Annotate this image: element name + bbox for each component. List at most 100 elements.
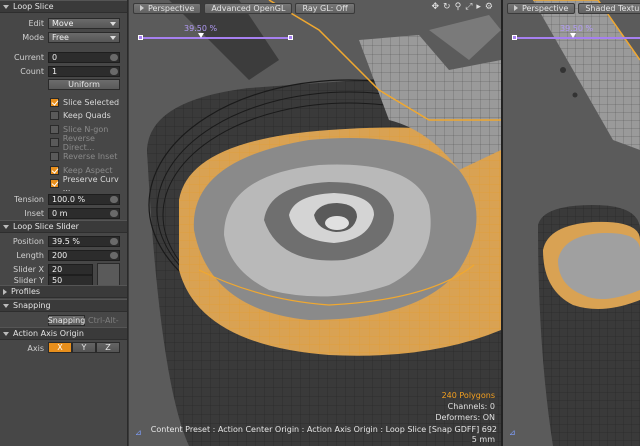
inset-input[interactable]: 0 m (48, 207, 120, 219)
current-input[interactable]: 0 (48, 51, 120, 63)
collapse-triangle-icon (3, 224, 9, 229)
loop-slice-slider-header[interactable]: Loop Slice Slider (0, 220, 127, 233)
collapse-triangle-icon (3, 331, 9, 336)
side-view-type-button[interactable]: Perspective (507, 2, 576, 14)
axis-button-y[interactable]: Y (72, 342, 96, 353)
mode-dropdown[interactable]: Free (48, 31, 120, 43)
snapping-button[interactable]: Snapping (48, 314, 85, 326)
checkbox[interactable] (50, 97, 59, 107)
checkbox-label: Reverse Direct... (62, 133, 95, 152)
profiles-header[interactable]: Profiles (0, 285, 127, 298)
loop-slice-slider-track[interactable] (141, 37, 291, 39)
fit-icon[interactable]: ▸ (476, 3, 481, 12)
action-axis-header[interactable]: Action Axis Origin (0, 327, 127, 340)
slider-x-input[interactable]: 20 (48, 263, 93, 275)
axis-button-z[interactable]: Z (96, 342, 120, 353)
checkbox-label: Reverse Inset (63, 151, 118, 161)
checkbox (50, 151, 59, 161)
checkbox[interactable] (50, 111, 59, 121)
slider-x-value: 20 (52, 264, 63, 274)
checkbox[interactable] (50, 179, 59, 189)
slider-end-handle[interactable] (288, 35, 293, 40)
gear-icon[interactable]: ⚙ (485, 3, 493, 12)
scale-info: 5 mm (471, 435, 495, 444)
uniform-row: Uniform (0, 78, 127, 90)
spinner-icon[interactable] (110, 195, 118, 203)
checkbox-row: Reverse Inset (50, 150, 117, 162)
checkbox-label: Slice N-gon (63, 124, 109, 134)
viewport-perspective-side[interactable]: Perspective Shaded Texture 39.50 % ⊿ (503, 0, 640, 446)
checkbox-label: Slice Selected (63, 97, 120, 107)
zoom-icon[interactable]: ⚲ (455, 3, 462, 12)
count-value: 1 (52, 66, 58, 76)
edit-row: Edit Move (0, 17, 127, 29)
mode-label: Mode (22, 32, 44, 42)
current-label: Current (13, 52, 44, 62)
loop-slice-header[interactable]: Loop Slice (0, 0, 127, 13)
slider-position-marker[interactable] (198, 33, 204, 38)
checkbox-row[interactable]: Preserve Curv ... (50, 175, 127, 193)
current-row: Current 0 (0, 51, 127, 63)
spinner-icon[interactable] (110, 67, 118, 75)
rotate-icon[interactable]: ↻ (443, 3, 451, 12)
length-value: 200 (52, 250, 68, 260)
spinner-icon[interactable] (110, 237, 118, 245)
checkbox-row[interactable]: Slice Selected (50, 96, 119, 108)
slider-xy-pad[interactable] (97, 263, 120, 286)
count-input[interactable]: 1 (48, 65, 120, 77)
slider-percent: 39.50 % (184, 24, 218, 33)
inset-value: 0 m (52, 208, 68, 218)
tension-label: Tension (14, 194, 44, 204)
play-triangle-icon (514, 5, 518, 11)
scene-render-side[interactable] (503, 0, 640, 446)
position-row: Position 39.5 % (0, 235, 127, 247)
viewport-perspective-main[interactable]: Perspective Advanced OpenGL Ray GL: Off … (129, 0, 501, 446)
status-line: Content Preset : Action Center Origin : … (150, 425, 497, 434)
length-input[interactable]: 200 (48, 249, 120, 261)
axis-button-x[interactable]: X (48, 342, 72, 353)
spinner-icon[interactable] (110, 251, 118, 259)
mode-value: Free (52, 32, 69, 42)
current-value: 0 (52, 52, 58, 62)
side-shading-button[interactable]: Shaded Texture (578, 2, 640, 14)
side-slider-start-handle[interactable] (512, 35, 517, 40)
chevron-down-icon (110, 35, 116, 40)
tension-row: Tension 100.0 % (0, 193, 127, 205)
profiles-title: Profiles (11, 287, 41, 296)
tension-input[interactable]: 100.0 % (48, 193, 120, 205)
inset-row: Inset 0 m (0, 207, 127, 219)
side-slider-marker[interactable] (570, 33, 576, 38)
spinner-icon[interactable] (110, 53, 118, 61)
position-value: 39.5 % (52, 236, 80, 246)
viewport-nav-icons: ✥ ↻ ⚲ ⤢ ▸ ⚙ (432, 3, 494, 12)
slider-y-input[interactable]: 50 (48, 274, 93, 286)
side-view-type-label: Perspective (522, 3, 569, 13)
spinner-icon[interactable] (110, 209, 118, 217)
action-axis-title: Action Axis Origin (13, 329, 84, 338)
shading-button[interactable]: Advanced OpenGL (204, 2, 293, 14)
edit-label: Edit (28, 18, 45, 28)
raygl-button[interactable]: Ray GL: Off (295, 2, 355, 14)
axis-gizmo-icon: ⊿ (135, 428, 142, 437)
scene-render[interactable] (129, 0, 501, 446)
edit-value: Move (52, 18, 74, 28)
checkbox-row[interactable]: Keep Quads (50, 110, 111, 122)
position-input[interactable]: 39.5 % (48, 235, 120, 247)
snapping-shortcut: Ctrl-Alt- (88, 315, 119, 325)
snapping-header[interactable]: Snapping (0, 299, 127, 312)
view-type-button[interactable]: Perspective (133, 2, 202, 14)
collapse-triangle-icon (3, 4, 9, 9)
uniform-button[interactable]: Uniform (48, 78, 120, 90)
view-type-label: Perspective (148, 3, 195, 13)
edit-dropdown[interactable]: Move (48, 17, 120, 29)
maximize-icon[interactable]: ⤢ (465, 3, 472, 12)
length-row: Length 200 (0, 249, 127, 261)
side-slider-track[interactable] (515, 37, 640, 39)
count-row: Count 1 (0, 65, 127, 77)
length-label: Length (16, 250, 44, 260)
axis-gizmo-icon: ⊿ (509, 428, 516, 437)
slider-start-handle[interactable] (138, 35, 143, 40)
side-slider-percent: 39.50 % (560, 24, 594, 33)
axes-icon[interactable]: ✥ (432, 3, 440, 12)
play-triangle-icon (140, 5, 144, 11)
